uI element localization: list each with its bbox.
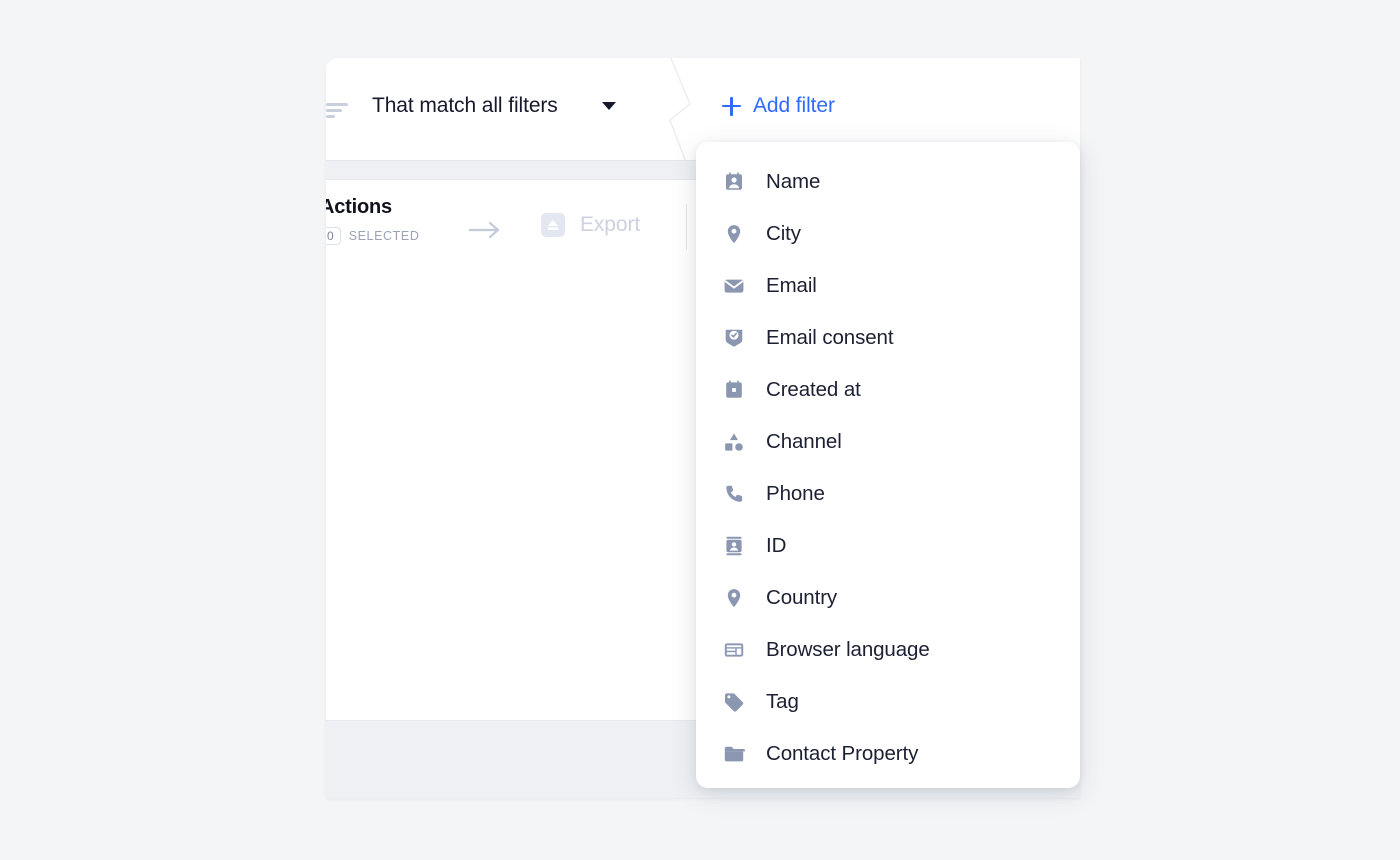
menu-item-label: Browser language	[766, 638, 930, 661]
plus-icon	[722, 96, 741, 116]
menu-item-label: Channel	[766, 430, 842, 453]
export-button[interactable]: Export	[540, 212, 640, 238]
menu-item-tag[interactable]: Tag	[696, 676, 1080, 728]
shapes-icon	[722, 430, 746, 454]
selected-label: SELECTED	[348, 229, 420, 243]
export-upload-icon	[541, 213, 565, 237]
add-filter-label: Add filter	[753, 94, 835, 117]
selected-count-badge: 0	[326, 227, 341, 245]
envelope-icon	[722, 274, 746, 298]
id-card-icon	[722, 534, 746, 558]
menu-item-email-consent[interactable]: Email consent	[696, 312, 1080, 364]
filter-match-dropdown[interactable]: That match all filters	[372, 94, 616, 118]
menu-item-label: Contact Property	[766, 742, 919, 765]
menu-item-label: City	[766, 222, 801, 245]
actions-vertical-divider	[686, 204, 687, 250]
menu-item-label: Phone	[766, 482, 825, 505]
menu-item-contact-property[interactable]: Contact Property	[696, 728, 1080, 780]
actions-title-group: Actions 0 SELECTED	[326, 196, 419, 245]
add-filter-button[interactable]: Add filter	[722, 94, 835, 118]
contact-card-icon	[722, 170, 746, 194]
menu-item-label: Email	[766, 274, 817, 297]
menu-item-label: Country	[766, 586, 838, 609]
tag-icon	[722, 690, 746, 714]
add-filter-dropdown-menu[interactable]: Name City Email Email consent Created at…	[696, 142, 1080, 788]
menu-item-created-at[interactable]: Created at	[696, 364, 1080, 416]
filter-match-label: That match all filters	[372, 94, 558, 117]
menu-item-label: ID	[766, 534, 787, 557]
menu-item-country[interactable]: Country	[696, 572, 1080, 624]
actions-title: Actions	[326, 196, 392, 218]
filter-toolbar-left: That match all filters	[326, 58, 674, 160]
calendar-icon	[722, 378, 746, 402]
location-pin-icon	[722, 586, 746, 610]
menu-item-browser-language[interactable]: Browser language	[696, 624, 1080, 676]
folder-icon	[722, 742, 746, 766]
menu-item-id[interactable]: ID	[696, 520, 1080, 572]
chevron-down-icon	[601, 102, 616, 110]
location-pin-icon	[722, 222, 746, 246]
menu-item-label: Tag	[766, 690, 799, 713]
phone-icon	[722, 482, 746, 506]
export-label: Export	[580, 213, 641, 236]
menu-item-label: Created at	[766, 378, 861, 401]
shield-check-icon	[725, 329, 743, 347]
layout-window-icon	[722, 638, 746, 662]
menu-item-channel[interactable]: Channel	[696, 416, 1080, 468]
arrow-right-icon	[468, 221, 500, 239]
selection-status: 0 SELECTED	[326, 227, 419, 245]
menu-item-email[interactable]: Email	[696, 260, 1080, 312]
menu-item-name[interactable]: Name	[696, 156, 1080, 208]
menu-item-phone[interactable]: Phone	[696, 468, 1080, 520]
menu-item-city[interactable]: City	[696, 208, 1080, 260]
menu-item-label: Email consent	[766, 326, 894, 349]
menu-item-label: Name	[766, 170, 821, 193]
filter-lines-icon	[326, 103, 348, 118]
